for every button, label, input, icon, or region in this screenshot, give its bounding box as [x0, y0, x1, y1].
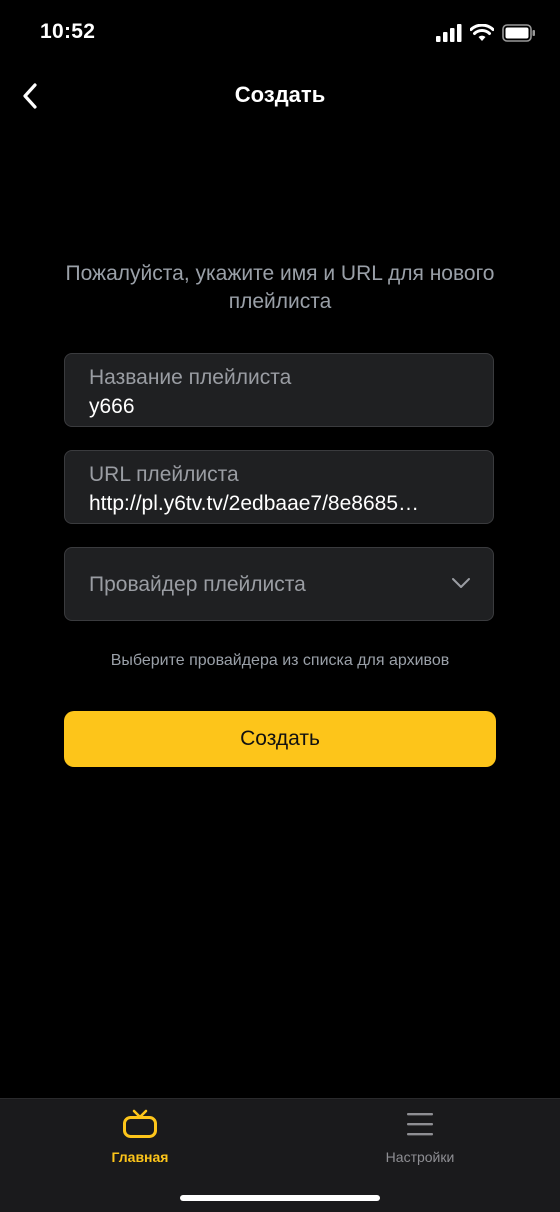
wifi-icon	[470, 24, 494, 41]
playlist-url-field[interactable]: URL плейлиста http://pl.y6tv.tv/2edbaae7…	[64, 450, 494, 524]
tab-home[interactable]: Главная	[60, 1109, 220, 1169]
cellular-signal-icon	[436, 24, 462, 42]
playlist-name-input[interactable]: y666	[89, 395, 469, 419]
menu-icon	[407, 1113, 433, 1136]
status-icons	[436, 24, 536, 42]
playlist-provider-label: Провайдер плейлиста	[89, 573, 306, 596]
playlist-name-field[interactable]: Название плейлиста y666	[64, 353, 494, 427]
instruction-text: Пожалуйста, укажите имя и URL для нового…	[65, 262, 495, 313]
tab-settings-label: Настройки	[385, 1149, 455, 1165]
tab-home-label: Главная	[111, 1149, 169, 1165]
tab-settings[interactable]: Настройки	[340, 1109, 500, 1169]
status-bar: 10:52	[0, 0, 560, 66]
battery-icon	[502, 24, 535, 42]
page-title: Создать	[234, 82, 326, 107]
home-indicator	[180, 1195, 380, 1201]
provider-hint: Выберите провайдера из списка для архиво…	[110, 652, 450, 669]
playlist-provider-select[interactable]: Провайдер плейлиста	[64, 547, 494, 621]
playlist-name-label: Название плейлиста	[89, 366, 292, 389]
tv-icon	[123, 1109, 157, 1138]
status-time: 10:52	[40, 20, 96, 43]
create-button[interactable]: Создать	[64, 711, 496, 767]
chevron-down-icon	[452, 578, 470, 588]
tab-bar: Главная Настройки	[0, 1098, 560, 1212]
nav-bar: Создать	[0, 66, 560, 124]
playlist-url-input[interactable]: http://pl.y6tv.tv/2edbaae7/8e8685…	[89, 492, 469, 516]
playlist-url-label: URL плейлиста	[89, 463, 239, 486]
